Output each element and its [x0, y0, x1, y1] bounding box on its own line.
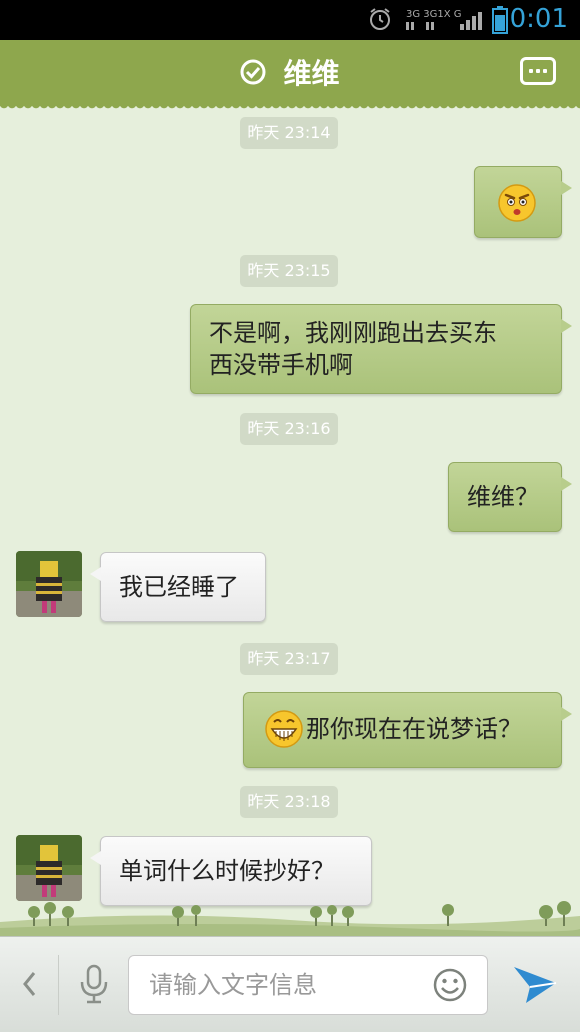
alarm-icon	[370, 8, 390, 30]
timestamp: 昨天 23:16	[240, 413, 338, 445]
contact-avatar[interactable]	[16, 551, 82, 617]
grin-face-icon	[265, 710, 303, 748]
contact-avatar[interactable]	[16, 835, 82, 901]
message-bubble-outgoing[interactable]: 维维？	[448, 462, 572, 532]
message-bubble-incoming[interactable]: 单词什么时候抄好？	[90, 836, 372, 906]
avatar-photo	[16, 835, 82, 901]
divider	[58, 955, 59, 1015]
message-text: 维维？	[467, 483, 539, 511]
timestamp: 昨天 23:14	[240, 117, 338, 149]
angry-face-icon	[498, 184, 536, 222]
message-bubble-outgoing[interactable]	[474, 166, 572, 238]
status-bar: 3G 3G1X G 0:01	[0, 0, 580, 40]
collapse-arrow-icon[interactable]	[20, 969, 38, 999]
more-options-button[interactable]	[520, 57, 556, 85]
message-bubble-incoming[interactable]: 我已经睡了	[90, 552, 266, 622]
emoji-smiley-icon[interactable]	[432, 967, 468, 1003]
message-text: 那你现在在说梦话？	[306, 715, 522, 743]
message-bubble-outgoing[interactable]: 那你现在在说梦话？	[243, 692, 572, 768]
timestamp: 昨天 23:17	[240, 643, 338, 675]
message-list[interactable]: 昨天 23:14 昨天 23:15 不是啊，我刚刚跑出去买东 西没带手机啊 昨天…	[0, 106, 580, 936]
message-bubble-outgoing[interactable]: 不是啊，我刚刚跑出去买东 西没带手机啊	[190, 304, 572, 394]
status-time: 0:01	[509, 4, 568, 34]
svg-text:3G 3G1X G: 3G 3G1X G	[406, 9, 462, 20]
input-bar: 请输入文字信息	[0, 936, 580, 1032]
message-text: 单词什么时候抄好？	[119, 857, 335, 885]
microphone-icon[interactable]	[78, 964, 110, 1004]
battery-icon	[492, 6, 508, 34]
timestamp: 昨天 23:15	[240, 255, 338, 287]
message-text: 我已经睡了	[119, 573, 239, 601]
message-text-line: 西没带手机啊	[209, 351, 353, 379]
message-text-line: 不是啊，我刚刚跑出去买东	[209, 319, 497, 347]
chat-header: 维维	[0, 40, 580, 112]
chat-title: 维维	[283, 57, 340, 90]
online-check-icon	[240, 59, 266, 85]
avatar-photo	[16, 551, 82, 617]
network-signal-icon: 3G 3G1X G	[406, 9, 482, 30]
scenery-decoration	[0, 901, 580, 936]
timestamp: 昨天 23:18	[240, 786, 338, 818]
send-arrow-icon[interactable]	[512, 963, 558, 1005]
